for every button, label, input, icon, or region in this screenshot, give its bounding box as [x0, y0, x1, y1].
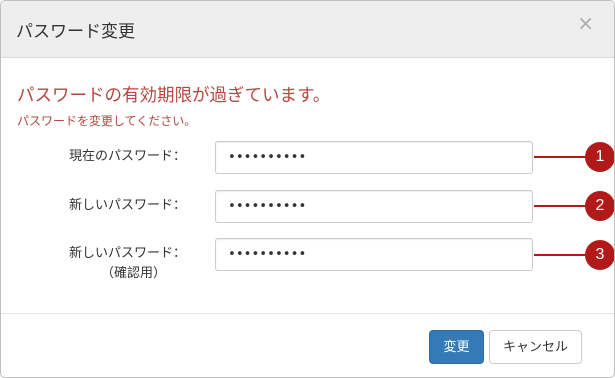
- callout-badge-2: 2: [585, 191, 614, 221]
- cancel-button[interactable]: キャンセル: [489, 330, 582, 364]
- change-button[interactable]: 変更: [429, 330, 484, 364]
- current-password-input[interactable]: [215, 141, 533, 174]
- callout-line-3: [534, 254, 590, 256]
- confirm-password-input[interactable]: [215, 238, 533, 271]
- confirm-password-sublabel: （確認用）: [100, 266, 166, 281]
- expired-message: パスワードの有効期限が過ぎています。: [17, 86, 331, 106]
- callout-line-2: [534, 205, 590, 207]
- instruction-message: パスワードを変更してください。: [17, 114, 197, 128]
- callout-badge-1: 1: [585, 142, 614, 172]
- dialog-footer: 変更 キャンセル: [1, 313, 614, 377]
- new-password-label-text: 新しいパスワード：: [68, 198, 186, 213]
- current-password-label: 現在のパスワード：: [11, 147, 186, 167]
- change-password-dialog: パスワード変更 × パスワードの有効期限が過ぎています。 パスワードを変更してく…: [0, 0, 615, 378]
- callout-line-1: [534, 156, 590, 158]
- dialog-header: パスワード変更 ×: [1, 1, 614, 58]
- dialog-title: パスワード変更: [16, 22, 135, 42]
- new-password-input[interactable]: [215, 190, 533, 223]
- confirm-password-label-text: 新しいパスワード：: [68, 246, 186, 261]
- dialog-body: パスワードの有効期限が過ぎています。 パスワードを変更してください。 現在のパス…: [1, 58, 614, 312]
- current-password-label-text: 現在のパスワード：: [68, 149, 186, 164]
- close-icon[interactable]: ×: [577, 13, 594, 33]
- new-password-label: 新しいパスワード：: [11, 196, 186, 216]
- callout-badge-3: 3: [585, 240, 614, 270]
- confirm-password-label: 新しいパスワード： （確認用）: [11, 244, 186, 284]
